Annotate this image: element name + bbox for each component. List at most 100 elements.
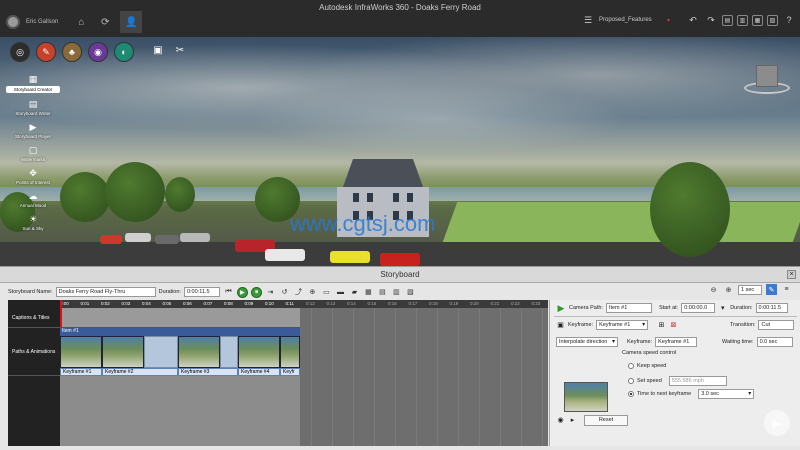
person-icon[interactable]: 👤 bbox=[120, 11, 143, 33]
ruler-tick: 0:19 bbox=[449, 301, 459, 306]
keyframe-thumb-1[interactable] bbox=[60, 336, 102, 368]
time-next-select[interactable]: 3.0 sec bbox=[698, 389, 755, 399]
track-area[interactable]: Item #1 Keyframe #1 Keyframe #2 Keyframe… bbox=[60, 300, 548, 446]
export-icon[interactable]: ▧ bbox=[767, 14, 778, 26]
time-next-option[interactable]: Time to next keyframe 3.0 sec bbox=[628, 389, 755, 399]
loop-icon[interactable]: ↺ bbox=[279, 287, 290, 298]
home-icon[interactable]: ⌂ bbox=[72, 13, 90, 31]
grid-view-icon[interactable]: ▦ bbox=[363, 287, 374, 298]
view-cube[interactable] bbox=[756, 65, 778, 87]
waiting-input[interactable]: 0.0 sec bbox=[756, 337, 793, 347]
camera-path-input[interactable]: Item #1 bbox=[605, 303, 652, 313]
keyframe-label[interactable]: Keyframe #1 bbox=[60, 368, 102, 376]
storyboard-player-tool[interactable]: ▶ Storyboard Player bbox=[6, 121, 60, 140]
avatar[interactable] bbox=[6, 15, 20, 29]
stop-icon[interactable]: ■ bbox=[250, 286, 262, 298]
create-icon[interactable]: ◎ bbox=[10, 42, 30, 62]
storyboard-panel: Storyboard × Storyboard Name: Doaks Ferr… bbox=[0, 266, 800, 450]
build-icon[interactable]: ✎ bbox=[36, 42, 56, 62]
ruler-tick: 0:18 bbox=[429, 301, 438, 306]
start-at-label: Start at: bbox=[658, 305, 679, 311]
add-camera-icon[interactable]: ⊕ bbox=[307, 287, 318, 298]
time-next-radio[interactable] bbox=[628, 391, 634, 397]
export-video-icon[interactable]: ▧ bbox=[405, 287, 416, 298]
row-label-captions: Captions & Titles bbox=[8, 308, 60, 328]
zoom-select[interactable]: 1 sec bbox=[738, 284, 762, 295]
undo-icon[interactable]: ↶ bbox=[686, 13, 700, 27]
options-icon[interactable]: ≡ bbox=[781, 284, 792, 295]
tools-icon[interactable]: ✂ bbox=[172, 42, 188, 58]
chevron-down-icon[interactable]: ▾ bbox=[667, 17, 670, 24]
record-icon[interactable]: ◉ bbox=[556, 415, 565, 424]
folder-icon[interactable]: ▰ bbox=[349, 287, 360, 298]
watermarks-tool[interactable]: ▢ Watermarks bbox=[6, 144, 60, 163]
rewind-icon[interactable]: ⏮ bbox=[223, 287, 234, 298]
duration-input[interactable]: 0:00:11.5 bbox=[183, 287, 220, 297]
waiting-label: Waiting time: bbox=[722, 339, 754, 345]
keyframe-label[interactable]: Keyframe #2 bbox=[102, 368, 178, 376]
start-at-input[interactable]: 0:00:00.0 bbox=[681, 303, 716, 313]
close-icon[interactable]: × bbox=[787, 270, 796, 279]
path-duration-input[interactable]: 0:00:11.5 bbox=[755, 303, 788, 313]
play-overlay-icon[interactable]: ▶ bbox=[764, 410, 790, 436]
storyboard-writer-tool[interactable]: ▤ Storyboard Writer bbox=[6, 98, 60, 117]
transition-input[interactable]: Cut bbox=[758, 320, 795, 330]
chevron-down-icon[interactable]: ▾ bbox=[718, 304, 727, 313]
user-name[interactable]: Eric Gallson bbox=[26, 19, 58, 25]
interpolate-select[interactable]: Interpolate direction bbox=[556, 337, 618, 347]
proposal-select[interactable]: Proposed_Features bbox=[599, 17, 663, 23]
redo-icon[interactable]: ↷ bbox=[704, 13, 718, 27]
settings-panel-icon[interactable]: ▦ bbox=[752, 14, 763, 26]
model-viewport[interactable]: www.cgtsj.com ◎ ✎ ♣ ◉ ◐ ▣ ✂ ▦ Storyboard… bbox=[0, 37, 800, 266]
capture-keyframe-icon[interactable]: ⊞ bbox=[657, 321, 666, 330]
play-path-icon[interactable]: ▶ bbox=[556, 303, 566, 313]
keyframe-thumb-3[interactable] bbox=[178, 336, 220, 368]
keyframe-thumb-4[interactable] bbox=[238, 336, 280, 368]
set-speed-radio[interactable] bbox=[628, 378, 634, 384]
storyboard-creator-tool[interactable]: ▦ Storyboard Creator bbox=[6, 73, 60, 93]
sun-sky-tool[interactable]: ☀ Sun & Sky bbox=[6, 213, 60, 232]
timeline-ruler[interactable]: 0:00 0:01 0:02 0:03 0:04 0:05 0:06 0:07 0:08 0:09… bbox=[60, 300, 561, 308]
ruler-tick: 0:04 bbox=[142, 301, 151, 306]
zoom-out-icon[interactable]: ⊖ bbox=[708, 284, 719, 295]
present-icon[interactable]: ◉ bbox=[88, 42, 108, 62]
keyframe-label[interactable]: Keyframe #3 bbox=[178, 368, 238, 376]
keyframe-thumb-5[interactable] bbox=[280, 336, 300, 368]
table-view-icon[interactable]: ▥ bbox=[391, 287, 402, 298]
captions-track[interactable] bbox=[60, 308, 300, 328]
zoom-in-icon[interactable]: ⊕ bbox=[723, 284, 734, 295]
play-icon[interactable]: ▸ bbox=[568, 415, 577, 424]
keep-speed-radio[interactable] bbox=[628, 363, 634, 369]
play-icon[interactable]: ▶ bbox=[236, 286, 248, 298]
path-icon[interactable]: ⤴ bbox=[293, 287, 304, 298]
share-icon[interactable]: ◐ bbox=[114, 42, 134, 62]
edit-icon[interactable]: ✎ bbox=[766, 284, 777, 295]
delete-keyframe-icon[interactable]: ⊠ bbox=[669, 321, 678, 330]
keyframe-thumb-2[interactable] bbox=[102, 336, 144, 368]
keyframe2-input[interactable]: Keyframe #1 bbox=[655, 337, 698, 347]
storyboard-name-input[interactable]: Doaks Ferry Road Fly-Thru bbox=[55, 287, 156, 297]
list-view-icon[interactable]: ▤ bbox=[377, 287, 388, 298]
keyframe-label[interactable]: Keyframe #4 bbox=[238, 368, 280, 376]
app-window: Autodesk InfraWorks 360 - Doaks Ferry Ro… bbox=[0, 0, 800, 450]
tool-label: Storyboard Player bbox=[14, 134, 52, 139]
reset-button[interactable]: Reset bbox=[584, 415, 628, 426]
panel-icon[interactable]: ▤ bbox=[722, 14, 733, 26]
keyframe-select[interactable]: Keyframe #1 bbox=[596, 320, 649, 330]
layers-icon[interactable]: ▥ bbox=[737, 14, 748, 26]
set-speed-option[interactable]: Set speed 555.586 mph bbox=[628, 376, 727, 386]
annual-mood-tool[interactable]: ☁ Annual Mood bbox=[6, 190, 60, 209]
present-tool-icon[interactable]: ▣ bbox=[150, 42, 166, 58]
set-speed-input[interactable]: 555.586 mph bbox=[668, 376, 727, 386]
keep-speed-option[interactable]: Keep speed bbox=[628, 363, 666, 369]
analyze-icon[interactable]: ♣ bbox=[62, 42, 82, 62]
title-icon[interactable]: ▬ bbox=[335, 287, 346, 298]
caption-icon[interactable]: ▭ bbox=[321, 287, 332, 298]
help-icon[interactable]: ? bbox=[782, 13, 796, 27]
forward-icon[interactable]: ⇥ bbox=[265, 287, 276, 298]
storyboard-toolbar: Storyboard Name: Doaks Ferry Road Fly-Th… bbox=[0, 284, 800, 300]
sync-icon[interactable]: ⟳ bbox=[96, 13, 114, 31]
keyframe-label[interactable]: Keyfr bbox=[280, 368, 300, 376]
points-of-interest-tool[interactable]: ✥ Points of Interest bbox=[6, 167, 60, 186]
camera-path-item[interactable]: Item #1 Keyframe #1 Keyframe #2 Keyframe… bbox=[60, 328, 300, 376]
